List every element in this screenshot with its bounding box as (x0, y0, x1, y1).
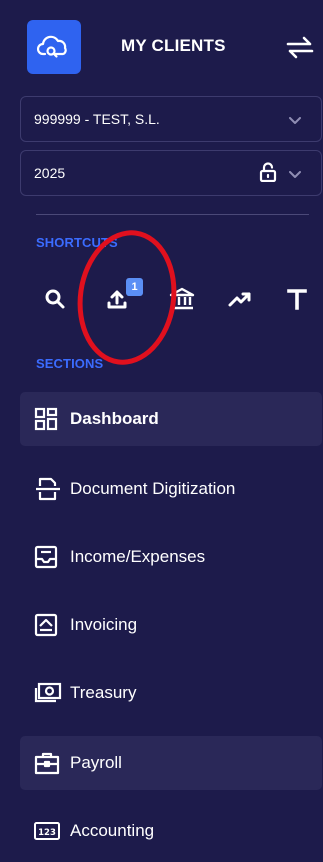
nav-item-label: Payroll (70, 753, 122, 772)
nav-item-accounting[interactable]: 123 Accounting (20, 804, 322, 858)
nav-item-label: Dashboard (70, 409, 159, 428)
nav-item-document-digitization[interactable]: Document Digitization (20, 462, 322, 516)
shortcuts-heading: SHORTCUTS (36, 235, 118, 250)
nav-item-treasury[interactable]: Treasury (20, 666, 322, 720)
sidebar: MY CLIENTS 999999 - TEST, S.L. 2025 SHOR… (0, 0, 323, 862)
nav-item-label: Accounting (70, 821, 155, 840)
nav-item-label: Treasury (70, 683, 137, 702)
cloud-search-icon[interactable] (27, 20, 81, 74)
chevron-down-icon (289, 166, 301, 182)
svg-text:123: 123 (38, 828, 56, 838)
cash-icon (34, 680, 64, 706)
briefcase-icon (34, 750, 64, 776)
chevron-down-icon (289, 112, 301, 128)
sections-heading: SECTIONS (36, 356, 104, 371)
nav-item-label: Invoicing (70, 615, 138, 634)
year-select-value: 2025 (34, 165, 66, 181)
nav-item-dashboard[interactable]: Dashboard (20, 392, 322, 446)
nav-item-payroll[interactable]: Payroll (20, 736, 322, 790)
unlock-icon[interactable] (259, 162, 277, 185)
upload-count-badge: 1 (126, 278, 143, 296)
scanner-icon (34, 476, 64, 502)
text-icon[interactable] (280, 282, 314, 316)
nav-item-income-expenses[interactable]: Income/Expenses (20, 530, 322, 584)
header: MY CLIENTS (20, 20, 323, 78)
page-title: MY CLIENTS (121, 36, 226, 55)
nav-item-invoicing[interactable]: Invoicing (20, 598, 322, 652)
dashboard-icon (34, 406, 64, 432)
inbox-icon (34, 544, 64, 570)
swap-arrows-icon[interactable] (284, 33, 316, 61)
search-icon[interactable] (38, 282, 72, 316)
year-select[interactable]: 2025 (20, 150, 322, 196)
trending-up-icon[interactable] (223, 282, 257, 316)
nav-item-label: Income/Expenses (70, 547, 206, 566)
invoice-icon (34, 612, 64, 638)
numbers-icon: 123 (34, 818, 64, 844)
client-select-value: 999999 - TEST, S.L. (34, 111, 160, 127)
bank-icon[interactable] (165, 282, 199, 316)
divider (36, 214, 309, 215)
client-select[interactable]: 999999 - TEST, S.L. (20, 96, 322, 142)
nav-item-label: Document Digitization (70, 479, 236, 498)
